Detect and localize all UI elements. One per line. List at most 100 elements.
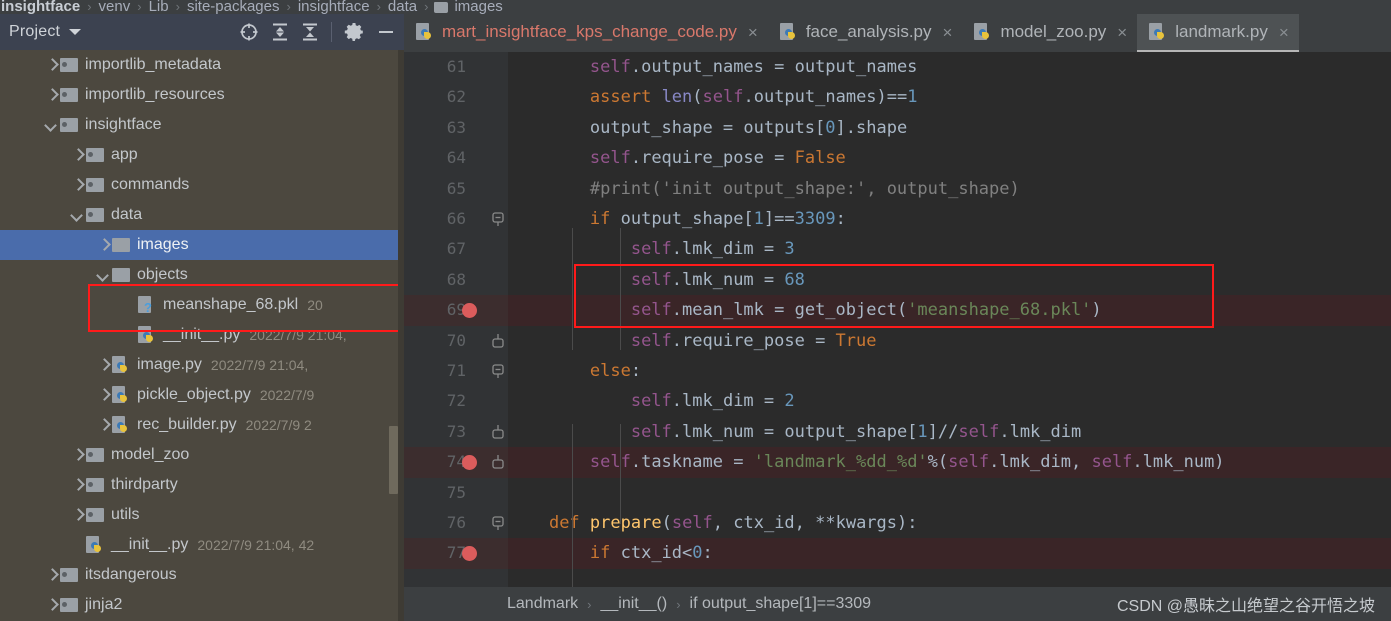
code-token: ]// (927, 421, 959, 442)
breadcrumb-item-4[interactable]: insightface (297, 0, 371, 14)
code-line[interactable]: #print('init output_shape:', output_shap… (508, 174, 1391, 204)
tree-item-insightface[interactable]: insightface (0, 110, 404, 140)
editor-tab-face-analysis-py[interactable]: face_analysis.py × (768, 14, 963, 52)
tree-item-images[interactable]: images (0, 230, 404, 260)
code-token: self (630, 300, 672, 321)
tree-item-label: model_zoo (111, 446, 190, 463)
breadcrumb-item-6[interactable]: images (453, 0, 503, 14)
project-tree[interactable]: importlib_metadata importlib_resourcesins… (0, 50, 404, 621)
editor-tab-model-zoo-py[interactable]: model_zoo.py × (962, 14, 1137, 52)
code-line[interactable]: self.require_pose = False (508, 143, 1391, 173)
code-line[interactable]: self.mean_lmk = get_object('meanshape_68… (508, 295, 1391, 325)
fold-collapse-icon[interactable] (492, 508, 504, 538)
hide-panel-icon[interactable] (376, 22, 396, 42)
breadcrumb-item-5[interactable]: data (387, 0, 418, 14)
close-icon[interactable]: × (943, 24, 953, 41)
chevron-right-icon[interactable] (70, 477, 86, 493)
chevron-right-icon[interactable] (44, 567, 60, 583)
chevron-down-icon[interactable] (96, 267, 112, 283)
chevron-right-icon[interactable] (44, 87, 60, 103)
locate-icon[interactable] (239, 22, 259, 42)
editor-tab-landmark-py[interactable]: landmark.py × (1137, 14, 1299, 52)
code-line[interactable]: if ctx_id<0: (508, 538, 1391, 568)
chevron-right-icon[interactable] (96, 237, 112, 253)
close-icon[interactable]: × (748, 24, 758, 41)
chevron-right-icon[interactable] (96, 357, 112, 373)
expand-all-icon[interactable] (271, 22, 289, 42)
code-line[interactable]: self.lmk_dim = 2 (508, 386, 1391, 416)
tree-item-label: jinja2 (85, 596, 123, 613)
tree-item-importlib-resources[interactable]: importlib_resources (0, 80, 404, 110)
tree-item-importlib-metadata[interactable]: importlib_metadata (0, 50, 404, 80)
code-line[interactable]: output_shape = outputs[0].shape (508, 113, 1391, 143)
chevron-right-icon[interactable] (70, 447, 86, 463)
chevron-right-icon[interactable] (44, 57, 60, 73)
code-line[interactable]: self.lmk_num = output_shape[1]//self.lmk… (508, 417, 1391, 447)
tree-item-data[interactable]: data (0, 200, 404, 230)
sidebar-scrollbar-thumb[interactable] (389, 426, 398, 494)
tree-item-thirdparty[interactable]: thirdparty (0, 470, 404, 500)
status-breadcrumb-item-1[interactable]: __init__() (601, 595, 668, 613)
breadcrumb-item-3[interactable]: site-packages (186, 0, 281, 14)
breadcrumb-item-2[interactable]: Lib (148, 0, 170, 14)
tree-item-label: rec_builder.py (137, 416, 237, 433)
status-breadcrumb-item-2[interactable]: if output_shape[1]==3309 (690, 595, 872, 613)
code-line[interactable]: self.lmk_num = 68 (508, 265, 1391, 295)
breadcrumb-item-0[interactable]: insightface (0, 0, 81, 14)
fold-end-icon[interactable] (492, 417, 504, 447)
gear-icon[interactable] (344, 22, 364, 42)
tree-item--init-py[interactable]: __init__.py 2022/7/9 21:04, (0, 320, 404, 350)
line-number: 67 (446, 239, 466, 259)
tree-item--init-py[interactable]: __init__.py 2022/7/9 21:04, 42 (0, 530, 404, 560)
code-line[interactable]: self.require_pose = True (508, 326, 1391, 356)
chevron-right-icon[interactable] (96, 387, 112, 403)
chevron-right-icon[interactable] (70, 147, 86, 163)
fold-collapse-icon[interactable] (492, 356, 504, 386)
code-line[interactable] (508, 477, 1391, 507)
chevron-down-icon[interactable] (44, 117, 60, 133)
code-line[interactable]: self.lmk_dim = 3 (508, 234, 1391, 264)
tree-item-itsdangerous[interactable]: itsdangerous (0, 560, 404, 590)
code-line[interactable]: self.taskname = 'landmark_%dd_%d'%(self.… (508, 447, 1391, 477)
code-line[interactable]: self.output_names = output_names (508, 52, 1391, 82)
chevron-right-icon[interactable] (44, 597, 60, 613)
code-line[interactable]: if output_shape[1]==3309: (508, 204, 1391, 234)
chevron-right-icon[interactable] (96, 417, 112, 433)
editor-tab-mart-insightface-kps-change-code-py[interactable]: mart_insightface_kps_change_code.py × (404, 14, 768, 52)
code-structure-breadcrumb[interactable]: Landmark › __init__() › if output_shape[1]==… (507, 595, 871, 613)
tree-item-meanshape-68-pkl[interactable]: ? meanshape_68.pkl 20 (0, 290, 404, 320)
close-icon[interactable]: × (1279, 24, 1289, 41)
tree-item-pickle-object-py[interactable]: pickle_object.py 2022/7/9 (0, 380, 404, 410)
chevron-down-icon[interactable] (69, 29, 82, 35)
code-token: ( (692, 87, 703, 108)
tree-item-commands[interactable]: commands (0, 170, 404, 200)
status-breadcrumb-item-0[interactable]: Landmark (507, 595, 578, 613)
code-token: .lmk_dim = (671, 239, 785, 260)
chevron-down-icon[interactable] (70, 207, 86, 223)
tree-item-app[interactable]: app (0, 140, 404, 170)
code-line[interactable]: assert len(self.output_names)==1 (508, 82, 1391, 112)
code-editor[interactable]: self.output_names = output_names assert … (404, 52, 1391, 587)
chevron-right-icon[interactable] (70, 177, 86, 193)
code-text[interactable]: self.output_names = output_names assert … (508, 52, 1391, 587)
chevron-right-icon[interactable] (70, 507, 86, 523)
code-token: #print('init output_shape:', output_shap… (508, 178, 1020, 199)
code-line[interactable]: else: (508, 356, 1391, 386)
tree-item-model-zoo[interactable]: model_zoo (0, 440, 404, 470)
tree-item-label: importlib_resources (85, 86, 225, 103)
tree-item-rec-builder-py[interactable]: rec_builder.py 2022/7/9 2 (0, 410, 404, 440)
folder-icon (60, 598, 78, 612)
tree-item-utils[interactable]: utils (0, 500, 404, 530)
code-line[interactable]: def prepare(self, ctx_id, **kwargs): (508, 508, 1391, 538)
tree-item-image-py[interactable]: image.py 2022/7/9 21:04, (0, 350, 404, 380)
folder-icon (86, 208, 104, 222)
fold-end-icon[interactable] (492, 326, 504, 356)
collapse-all-icon[interactable] (301, 22, 319, 42)
breadcrumb-item-1[interactable]: venv (98, 0, 132, 14)
breadcrumb[interactable]: insightface › venv › Lib › site-packages › insig… (0, 0, 504, 14)
fold-end-icon[interactable] (492, 447, 504, 477)
close-icon[interactable]: × (1117, 24, 1127, 41)
tree-item-jinja2[interactable]: jinja2 (0, 590, 404, 620)
tree-item-objects[interactable]: objects (0, 260, 404, 290)
fold-collapse-icon[interactable] (492, 204, 504, 234)
